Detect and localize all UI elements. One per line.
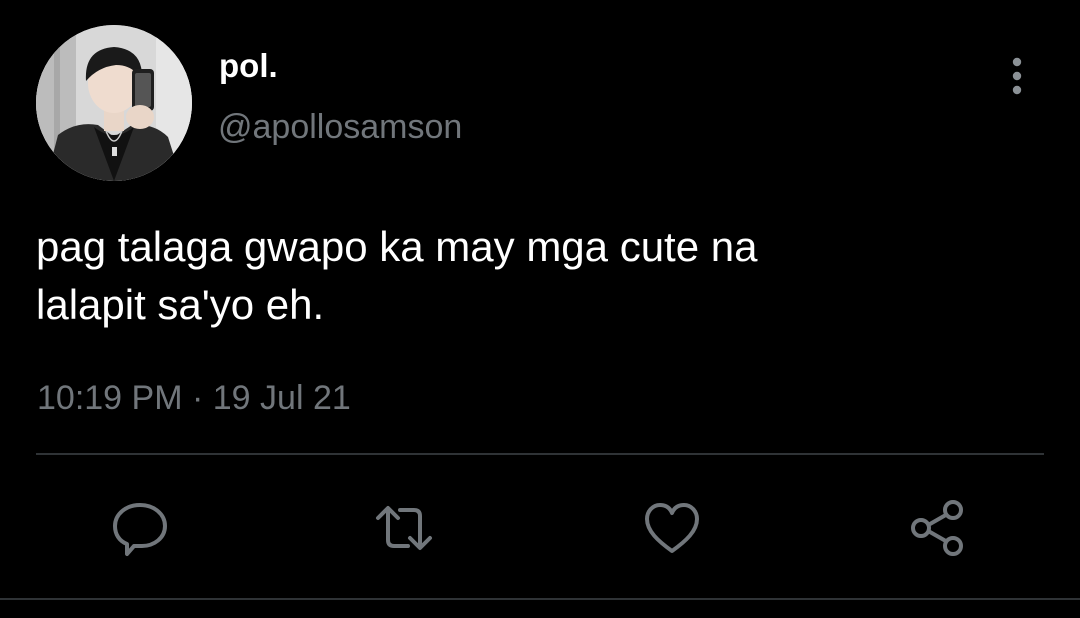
tweet-timestamp: 10:19 PM · 19 Jul 21: [37, 376, 351, 420]
tweet-date[interactable]: 19 Jul 21: [213, 379, 351, 417]
user-handle[interactable]: @apollosamson: [218, 106, 462, 148]
retweet-arrows-icon: [376, 506, 432, 550]
like-button[interactable]: [640, 496, 704, 560]
avatar[interactable]: [36, 25, 192, 181]
share-nodes-icon: [911, 500, 963, 556]
display-name[interactable]: pol.: [219, 46, 278, 86]
more-options-button[interactable]: [998, 52, 1038, 98]
divider: [0, 598, 1080, 600]
vertical-ellipsis-icon: [1012, 57, 1022, 95]
speech-bubble-icon: [113, 503, 167, 556]
tweet-text: pag talaga gwapo ka may mga cute na lala…: [36, 223, 758, 328]
divider: [36, 453, 1044, 455]
reply-button[interactable]: [108, 496, 172, 560]
retweet-button[interactable]: [372, 496, 436, 560]
tweet-time[interactable]: 10:19 PM: [37, 379, 183, 417]
share-button[interactable]: [905, 496, 969, 560]
profile-photo: [36, 25, 192, 181]
heart-icon: [645, 503, 699, 553]
tweet-card: pol. @apollosamson pag talaga gwapo ka m…: [0, 0, 1080, 618]
meta-separator: ·: [191, 379, 204, 417]
